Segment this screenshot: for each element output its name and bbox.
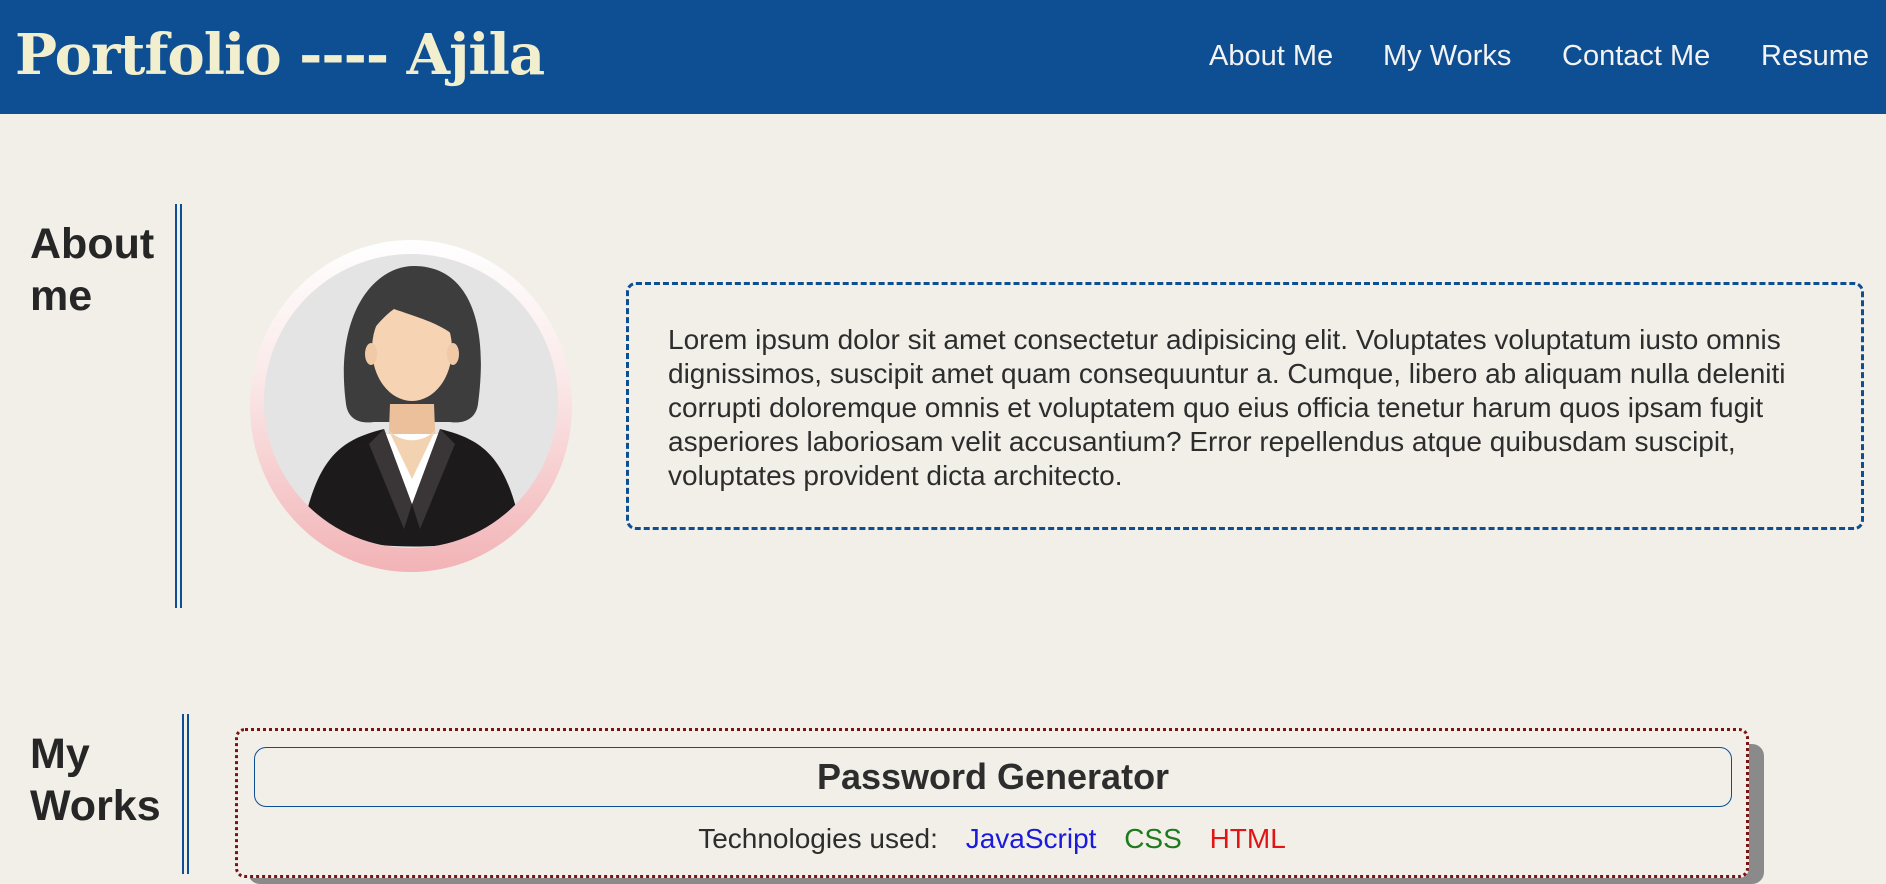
tech-html: HTML [1209,823,1286,854]
about-text-box: Lorem ipsum dolor sit amet consectetur a… [626,282,1864,530]
works-title-line1: My [30,730,90,778]
works-divider [182,714,189,874]
site-header: Portfolio ---- Ajila About Me My Works C… [0,0,1886,114]
about-paragraph: Lorem ipsum dolor sit amet consectetur a… [668,324,1786,491]
project-card[interactable]: Password Generator Technologies used: Ja… [235,728,1749,878]
technologies-used: Technologies used: JavaScript CSS HTML [238,823,1746,855]
main-nav: About Me My Works Contact Me Resume [0,40,1886,80]
about-title-line1: About [30,220,155,268]
tech-css: CSS [1124,823,1182,854]
about-section-title: About me [30,218,154,322]
works-section-title: My Works [30,728,161,832]
tech-javascript: JavaScript [965,823,1097,854]
project-title[interactable]: Password Generator [254,747,1732,807]
tech-label: Technologies used: [698,823,938,854]
about-title-line2: me [30,272,93,320]
works-title-line2: Works [30,782,161,830]
person-icon [304,266,520,547]
nav-my-works[interactable]: My Works [1383,40,1511,73]
about-divider [175,204,182,608]
nav-resume[interactable]: Resume [1761,40,1869,73]
avatar-portrait [264,254,558,548]
nav-contact-me[interactable]: Contact Me [1562,40,1710,73]
nav-about-me[interactable]: About Me [1209,40,1333,73]
avatar [250,240,572,572]
